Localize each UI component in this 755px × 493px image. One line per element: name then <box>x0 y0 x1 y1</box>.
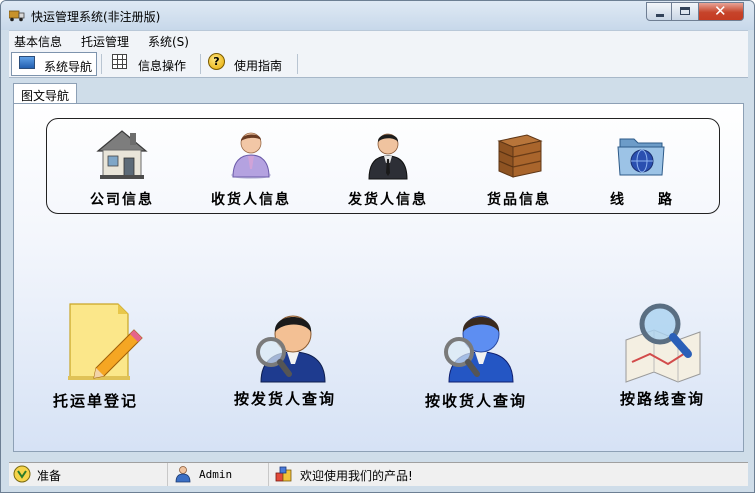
product-boxes-icon <box>275 466 292 482</box>
title-bar[interactable]: 快运管理系统(非注册版) ✕ <box>1 1 754 30</box>
status-message: 欢迎使用我们的产品! <box>271 463 748 486</box>
status-bar: 准备 Admin 欢迎使用我们的产品! <box>9 462 748 486</box>
action-query-by-receiver[interactable]: 按收货人查询 <box>423 300 573 420</box>
toolbar-separator <box>101 54 102 74</box>
status-message-text: 欢迎使用我们的产品! <box>300 469 413 483</box>
status-ready: 准备 <box>9 463 168 486</box>
action-query-by-sender[interactable]: 按发货人查询 <box>229 300 379 420</box>
menu-shipping-management[interactable]: 托运管理 <box>81 33 129 50</box>
menu-bar: 基本信息 托运管理 系统(S) <box>9 30 748 50</box>
action-caption: 托运单登记 <box>53 392 139 410</box>
status-user: Admin <box>170 463 269 486</box>
nav-receiver-info[interactable]: 收货人信息 <box>191 119 311 215</box>
page-tab-label: 图文导航 <box>21 89 70 103</box>
toolbar-separator <box>200 54 201 74</box>
action-caption: 按发货人查询 <box>234 390 337 408</box>
nav-caption: 发货人信息 <box>348 192 428 208</box>
minimize-icon <box>656 14 664 17</box>
close-button[interactable]: ✕ <box>699 2 744 21</box>
crate-icon <box>497 134 543 178</box>
notepad-pencil-icon <box>68 303 143 380</box>
maximize-icon <box>680 7 690 15</box>
globe-folder-icon <box>617 138 665 176</box>
nav-caption: 线 路 <box>610 192 674 208</box>
house-icon <box>96 130 148 179</box>
nav-sender-info[interactable]: 发货人信息 <box>328 119 448 215</box>
truck-app-icon <box>9 10 25 22</box>
info-nav-group: 公司信息 收货人信息 发货人信息 货品信息 线 路 <box>46 118 720 214</box>
status-ready-text: 准备 <box>37 469 62 483</box>
menu-basic-info[interactable]: 基本信息 <box>14 33 62 50</box>
toolbar: 系统导航 信息操作 ? 使用指南 <box>9 50 748 78</box>
action-caption: 按路线查询 <box>620 390 706 408</box>
nav-caption: 货品信息 <box>487 192 551 208</box>
receiver-person-icon <box>231 132 271 179</box>
window-title: 快运管理系统(非注册版) <box>31 10 161 24</box>
action-caption: 按收货人查询 <box>425 392 528 410</box>
minimize-button[interactable] <box>646 2 672 21</box>
nav-caption: 收货人信息 <box>211 192 291 208</box>
tab-label: 信息操作 <box>138 59 187 73</box>
tab-system-navigation[interactable]: 系统导航 <box>11 52 97 76</box>
tab-info-operations[interactable]: 信息操作 <box>105 52 197 76</box>
tab-label: 系统导航 <box>44 60 93 74</box>
close-icon: ✕ <box>714 2 727 20</box>
help-icon: ? <box>208 53 225 70</box>
action-query-by-route[interactable]: 按路线查询 <box>610 300 754 420</box>
map-magnifier-icon <box>625 303 701 383</box>
tab-user-guide[interactable]: ? 使用指南 <box>204 52 294 76</box>
sender-person-icon <box>368 133 408 180</box>
nav-goods-info[interactable]: 货品信息 <box>459 119 579 215</box>
status-user-name: Admin <box>199 468 233 481</box>
toolbar-separator <box>297 54 298 74</box>
user-icon <box>175 466 191 483</box>
monitor-icon <box>19 56 35 69</box>
nav-route[interactable]: 线 路 <box>582 119 702 215</box>
tab-label: 使用指南 <box>234 59 283 73</box>
action-waybill-registration[interactable]: 托运单登记 <box>44 300 194 420</box>
navigation-panel: 公司信息 收货人信息 发货人信息 货品信息 线 路 托运单登记 按发货人查询 按… <box>13 103 744 452</box>
nav-caption: 公司信息 <box>90 192 154 208</box>
maximize-button[interactable] <box>672 2 699 21</box>
nav-company-info[interactable]: 公司信息 <box>62 119 182 215</box>
person-magnifier-icon <box>256 315 326 383</box>
menu-system[interactable]: 系统(S) <box>148 33 189 50</box>
grid-icon <box>112 54 127 69</box>
app-window: 快运管理系统(非注册版) ✕ 基本信息 托运管理 系统(S) 系统导航 信息操作… <box>0 0 755 493</box>
person-magnifier-blue-icon <box>444 315 514 383</box>
hint-icon <box>13 465 31 483</box>
tab-graphic-navigation[interactable]: 图文导航 <box>13 83 77 104</box>
